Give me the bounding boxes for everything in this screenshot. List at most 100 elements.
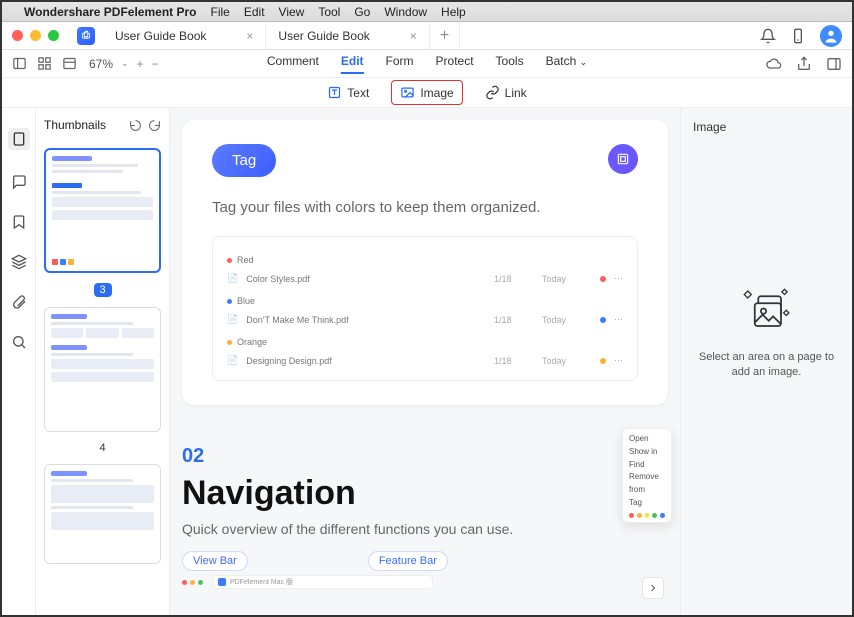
panel-right-icon[interactable] bbox=[826, 56, 842, 72]
file-row: 📄Don'T Make Me Think.pdf1/18Today⋯ bbox=[227, 310, 623, 329]
navigation-section: 02 Navigation Quick overview of the diff… bbox=[182, 445, 668, 589]
phone-icon[interactable] bbox=[790, 28, 806, 44]
minimize-window-button[interactable] bbox=[30, 30, 41, 41]
layout-icon[interactable] bbox=[62, 56, 77, 71]
section-title: Navigation bbox=[182, 474, 668, 513]
text-icon bbox=[327, 85, 342, 100]
context-find[interactable]: Show in Find bbox=[629, 446, 665, 472]
file-row: 📄Designing Design.pdf1/18Today⋯ bbox=[227, 351, 623, 370]
menu-help[interactable]: Help bbox=[441, 5, 466, 19]
thumbnail-page-5[interactable] bbox=[44, 464, 161, 564]
section-number: 02 bbox=[182, 445, 668, 468]
window-controls bbox=[12, 30, 59, 41]
image-properties-panel: Image Select an area on a page to add an… bbox=[680, 108, 852, 615]
file-row: 📄Color Styles.pdf1/18Today⋯ bbox=[227, 269, 623, 288]
section-label: Blue bbox=[237, 296, 255, 306]
bookmarks-icon[interactable] bbox=[11, 214, 27, 230]
rotate-left-icon[interactable] bbox=[129, 119, 142, 132]
close-tab-icon[interactable]: × bbox=[246, 29, 253, 43]
edit-image-label: Image bbox=[420, 86, 453, 100]
zoom-out-button[interactable]: − bbox=[152, 57, 159, 71]
thumbnail-number: 4 bbox=[44, 442, 161, 454]
thumbnail-page-4[interactable] bbox=[44, 307, 161, 432]
thumbnails-icon[interactable] bbox=[8, 128, 30, 150]
left-icon-strip bbox=[2, 108, 36, 615]
zoom-control: 67% ⌄ + − bbox=[89, 57, 159, 71]
edit-link-label: Link bbox=[505, 86, 527, 100]
section-label: Orange bbox=[237, 337, 267, 347]
attachments-icon[interactable] bbox=[11, 294, 27, 310]
menu-file[interactable]: File bbox=[211, 5, 230, 19]
layers-icon[interactable] bbox=[11, 254, 27, 270]
tab-tools[interactable]: Tools bbox=[496, 54, 524, 74]
view-bar-pill: View Bar bbox=[182, 551, 248, 571]
macos-menubar: Wondershare PDFelement Pro File Edit Vie… bbox=[2, 2, 852, 22]
tab-protect[interactable]: Protect bbox=[436, 54, 474, 74]
thumbnail-number: 3 bbox=[94, 283, 112, 297]
document-tab-2[interactable]: User Guide Book × bbox=[266, 22, 429, 49]
feature-tabs: Comment Edit Form Protect Tools Batch ⌄ bbox=[267, 54, 587, 74]
main-toolbar: 67% ⌄ + − Comment Edit Form Protect Tool… bbox=[2, 50, 852, 78]
zoom-in-button[interactable]: + bbox=[137, 57, 144, 71]
tab-form[interactable]: Form bbox=[386, 54, 414, 74]
thumbnails-title: Thumbnails bbox=[44, 118, 106, 132]
page-viewer[interactable]: Tag Tag your files with colors to keep t… bbox=[170, 108, 680, 615]
image-placeholder: Select an area on a page to add an image… bbox=[693, 284, 840, 381]
zoom-value[interactable]: 67% bbox=[89, 57, 113, 71]
grid-icon[interactable] bbox=[37, 56, 52, 71]
image-icon bbox=[400, 85, 415, 100]
cloud-icon[interactable] bbox=[766, 56, 782, 72]
fullscreen-window-button[interactable] bbox=[48, 30, 59, 41]
feature-badge-icon bbox=[608, 144, 638, 174]
zoom-dropdown-icon[interactable]: ⌄ bbox=[121, 58, 129, 69]
menu-view[interactable]: View bbox=[279, 5, 305, 19]
menu-go[interactable]: Go bbox=[354, 5, 370, 19]
user-avatar[interactable] bbox=[820, 25, 842, 47]
tab-batch[interactable]: Batch ⌄ bbox=[546, 54, 588, 74]
panel-title: Image bbox=[693, 120, 726, 134]
rotate-right-icon[interactable] bbox=[148, 119, 161, 132]
tag-description: Tag your files with colors to keep them … bbox=[212, 199, 638, 216]
main-area: Thumbnails 3 4 bbox=[2, 108, 852, 615]
context-remove[interactable]: Remove from bbox=[629, 471, 665, 497]
thumbnails-panel: Thumbnails 3 4 bbox=[36, 108, 170, 615]
tab-title: User Guide Book bbox=[115, 29, 206, 43]
context-menu: Open Show in Find Remove from Tag bbox=[622, 428, 672, 523]
app-name[interactable]: Wondershare PDFelement Pro bbox=[24, 5, 197, 19]
menu-edit[interactable]: Edit bbox=[244, 5, 265, 19]
section-subtitle: Quick overview of the different function… bbox=[182, 521, 668, 537]
edit-image-button[interactable]: Image bbox=[391, 80, 462, 105]
panel-left-icon[interactable] bbox=[12, 56, 27, 71]
thumbnail-page-3[interactable] bbox=[44, 148, 161, 273]
edit-link-button[interactable]: Link bbox=[477, 81, 535, 104]
comments-icon[interactable] bbox=[11, 174, 27, 190]
tab-title: User Guide Book bbox=[278, 29, 369, 43]
edit-text-label: Text bbox=[347, 86, 369, 100]
tab-edit[interactable]: Edit bbox=[341, 54, 364, 74]
share-icon[interactable] bbox=[796, 56, 812, 72]
link-icon bbox=[485, 85, 500, 100]
close-window-button[interactable] bbox=[12, 30, 23, 41]
close-tab-icon[interactable]: × bbox=[410, 29, 417, 43]
tag-chip: Tag bbox=[212, 144, 276, 177]
window-header: ⎙ User Guide Book × User Guide Book × + bbox=[2, 22, 852, 50]
document-tab-1[interactable]: User Guide Book × bbox=[103, 22, 266, 49]
context-tag[interactable]: Tag bbox=[629, 497, 665, 510]
file-listing-card: Red 📄Color Styles.pdf1/18Today⋯ Blue 📄Do… bbox=[212, 236, 638, 381]
menu-window[interactable]: Window bbox=[384, 5, 427, 19]
page-content: Tag Tag your files with colors to keep t… bbox=[182, 120, 668, 405]
add-image-icon bbox=[739, 284, 795, 340]
context-open[interactable]: Open bbox=[629, 433, 665, 446]
new-tab-button[interactable]: + bbox=[430, 22, 460, 49]
menu-tool[interactable]: Tool bbox=[318, 5, 340, 19]
preview-bar: PDFelement Mac 版 bbox=[213, 575, 433, 589]
app-logo-icon: ⎙ bbox=[77, 27, 95, 45]
document-tabs: User Guide Book × User Guide Book × + bbox=[103, 22, 460, 49]
tab-comment[interactable]: Comment bbox=[267, 54, 319, 74]
edit-sub-toolbar: Text Image Link bbox=[2, 78, 852, 108]
bell-icon[interactable] bbox=[760, 28, 776, 44]
next-page-button[interactable]: › bbox=[642, 577, 664, 599]
edit-text-button[interactable]: Text bbox=[319, 81, 377, 104]
placeholder-hint: Select an area on a page to add an image… bbox=[693, 350, 840, 381]
search-icon[interactable] bbox=[11, 334, 27, 350]
